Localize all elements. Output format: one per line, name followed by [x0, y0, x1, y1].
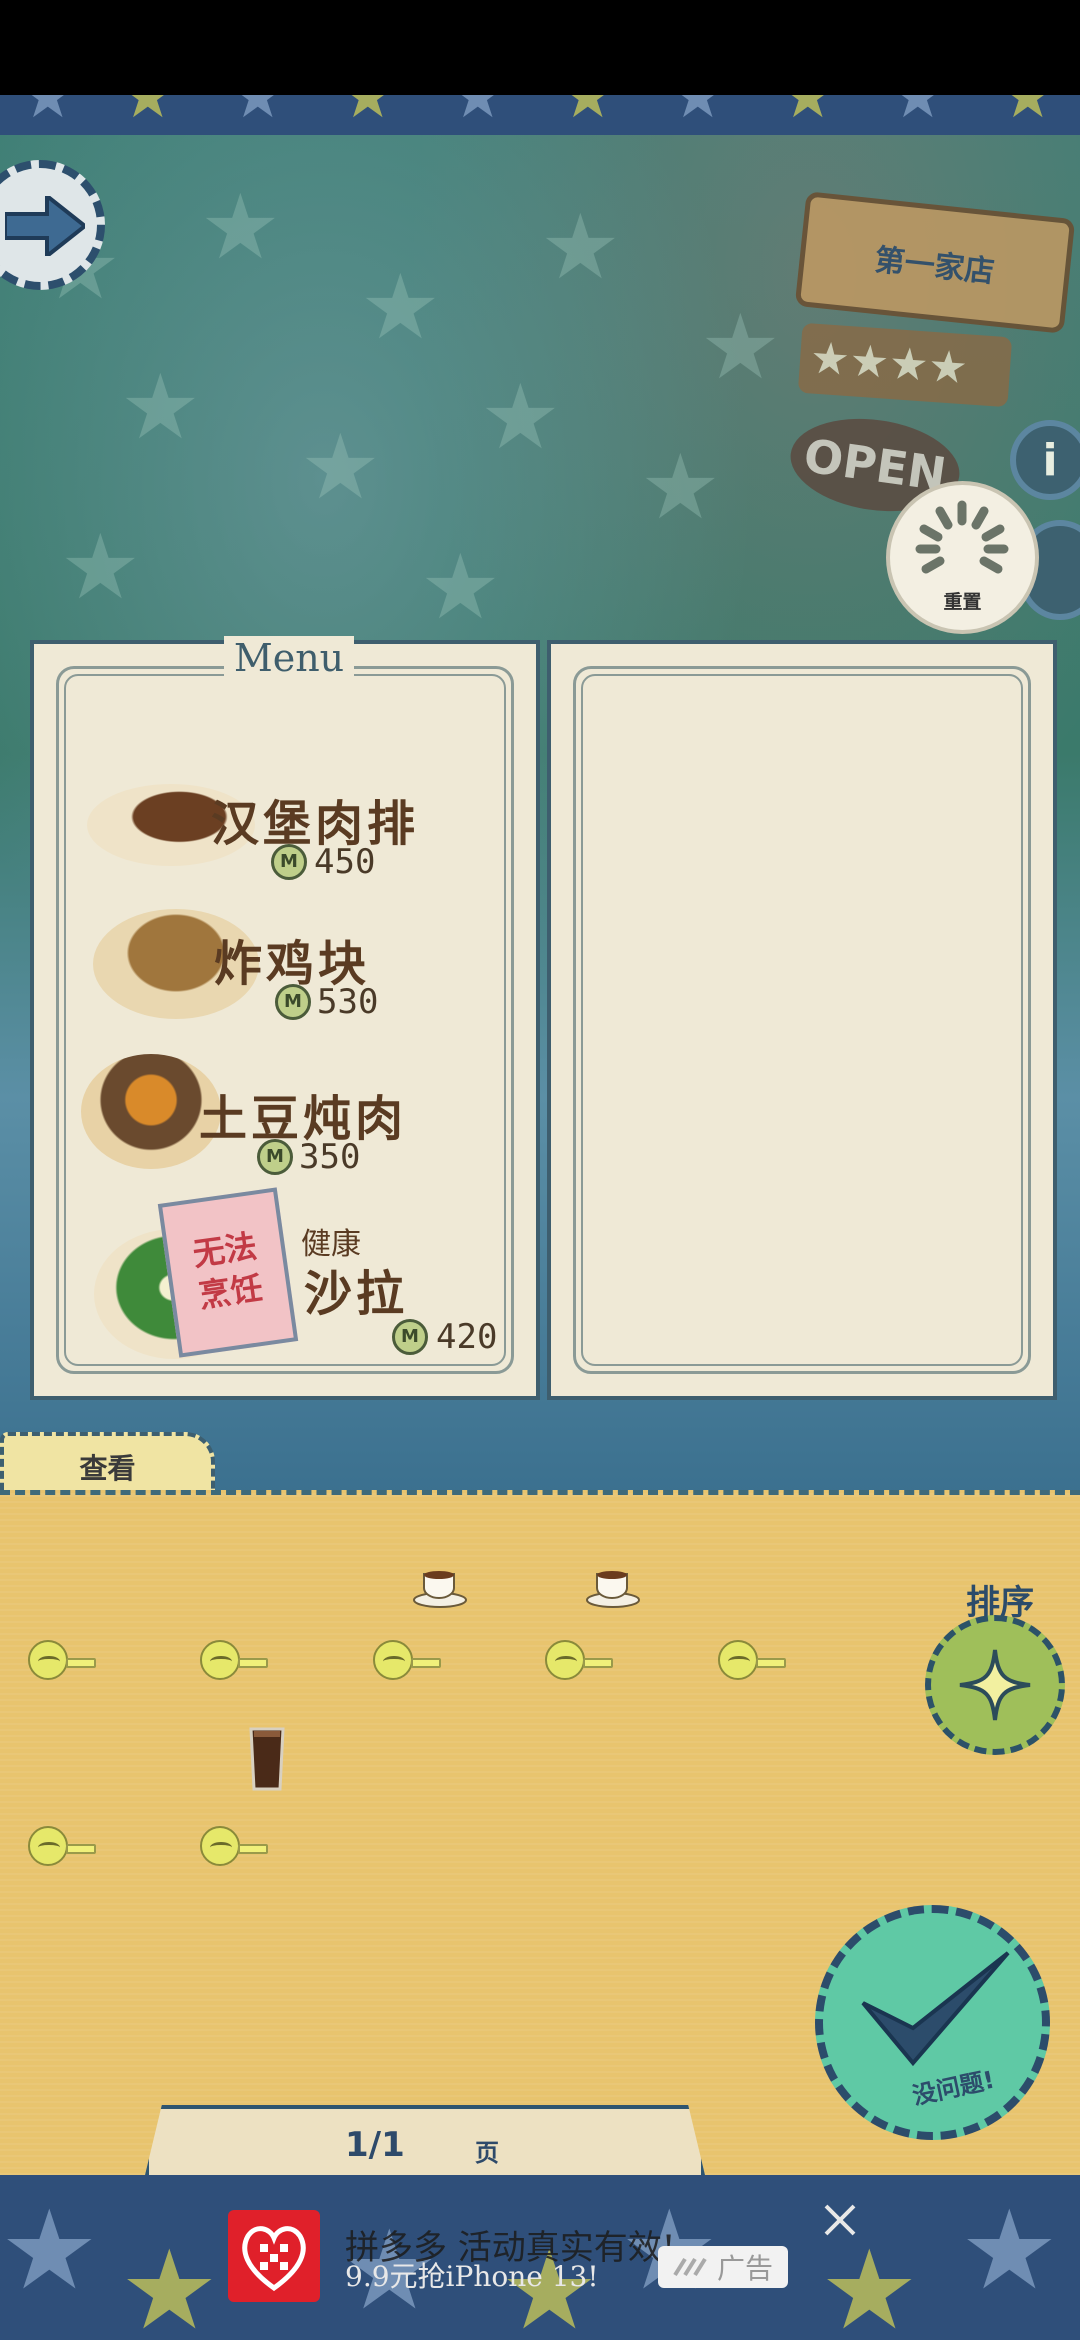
status-bar — [0, 0, 1080, 95]
dish-price: 350 — [299, 1137, 361, 1177]
dish-name: 沙拉 — [304, 1266, 409, 1322]
confirm-button[interactable]: 没问题! — [815, 1905, 1050, 2140]
shop-rating-stars: ★★★★ — [797, 322, 1013, 408]
menu-item[interactable]: 炸鸡块 M 530 — [59, 899, 519, 1029]
ingredient-slot[interactable] — [373, 1640, 443, 1686]
info-button[interactable]: i — [1010, 420, 1080, 500]
detail-panel — [547, 640, 1057, 1400]
page-number: 1/1 — [345, 2125, 405, 2165]
arrow-right-icon — [5, 196, 85, 256]
ingredient-slot[interactable] — [200, 1640, 270, 1686]
sort-button[interactable] — [925, 1615, 1065, 1755]
menu-title: Menu — [224, 636, 354, 680]
coin-icon: M — [271, 844, 307, 880]
ad-badge: 广告 — [658, 2246, 788, 2288]
coffee-cup-icon[interactable] — [412, 1568, 468, 1608]
menu-item[interactable]: 汉堡肉排 M 450 — [59, 764, 519, 884]
ingredient-slot[interactable] — [545, 1640, 615, 1686]
coffee-cup-icon[interactable] — [585, 1568, 641, 1608]
menu-item[interactable]: 健康 沙拉 M 420 — [59, 1199, 529, 1389]
pagination-bar — [145, 2105, 705, 2175]
dish-price: 420 — [436, 1317, 498, 1357]
ad-badge-label: 广告 — [716, 2252, 773, 2285]
ad-app-logo[interactable] — [228, 2210, 320, 2302]
coin-icon: M — [392, 1319, 428, 1355]
cola-glass-icon[interactable] — [247, 1725, 287, 1795]
ingredient-slot[interactable] — [200, 1826, 270, 1872]
close-icon[interactable] — [820, 2200, 860, 2240]
dish-price: 450 — [314, 842, 376, 882]
reset-label: 重置 — [943, 591, 982, 613]
ad-subtitle: 9.9元抢iPhone 13! — [345, 2260, 599, 2293]
ingredient-slot[interactable] — [28, 1640, 98, 1686]
coin-icon: M — [257, 1139, 293, 1175]
sparkle-icon — [959, 1649, 1031, 1721]
page-unit: 页 — [475, 2139, 499, 2167]
cannot-cook-tag: 无法 烹饪 — [157, 1187, 299, 1358]
loading-spinner-icon — [915, 500, 1009, 574]
coin-icon: M — [275, 984, 311, 1020]
star-border-top: ★ ★ ★ ★ ★ ★ ★ ★ ★ ★ — [0, 95, 1080, 135]
ad-stripe-icon — [673, 2257, 707, 2277]
pinduoduo-logo-icon — [242, 2226, 306, 2292]
menu-item[interactable]: 土豆炖肉 M 350 — [59, 1049, 519, 1189]
dish-price: 530 — [317, 982, 379, 1022]
ingredient-slot[interactable] — [718, 1640, 788, 1686]
ingredient-slot[interactable] — [28, 1826, 98, 1872]
reset-button[interactable]: 重置 — [890, 485, 1035, 630]
